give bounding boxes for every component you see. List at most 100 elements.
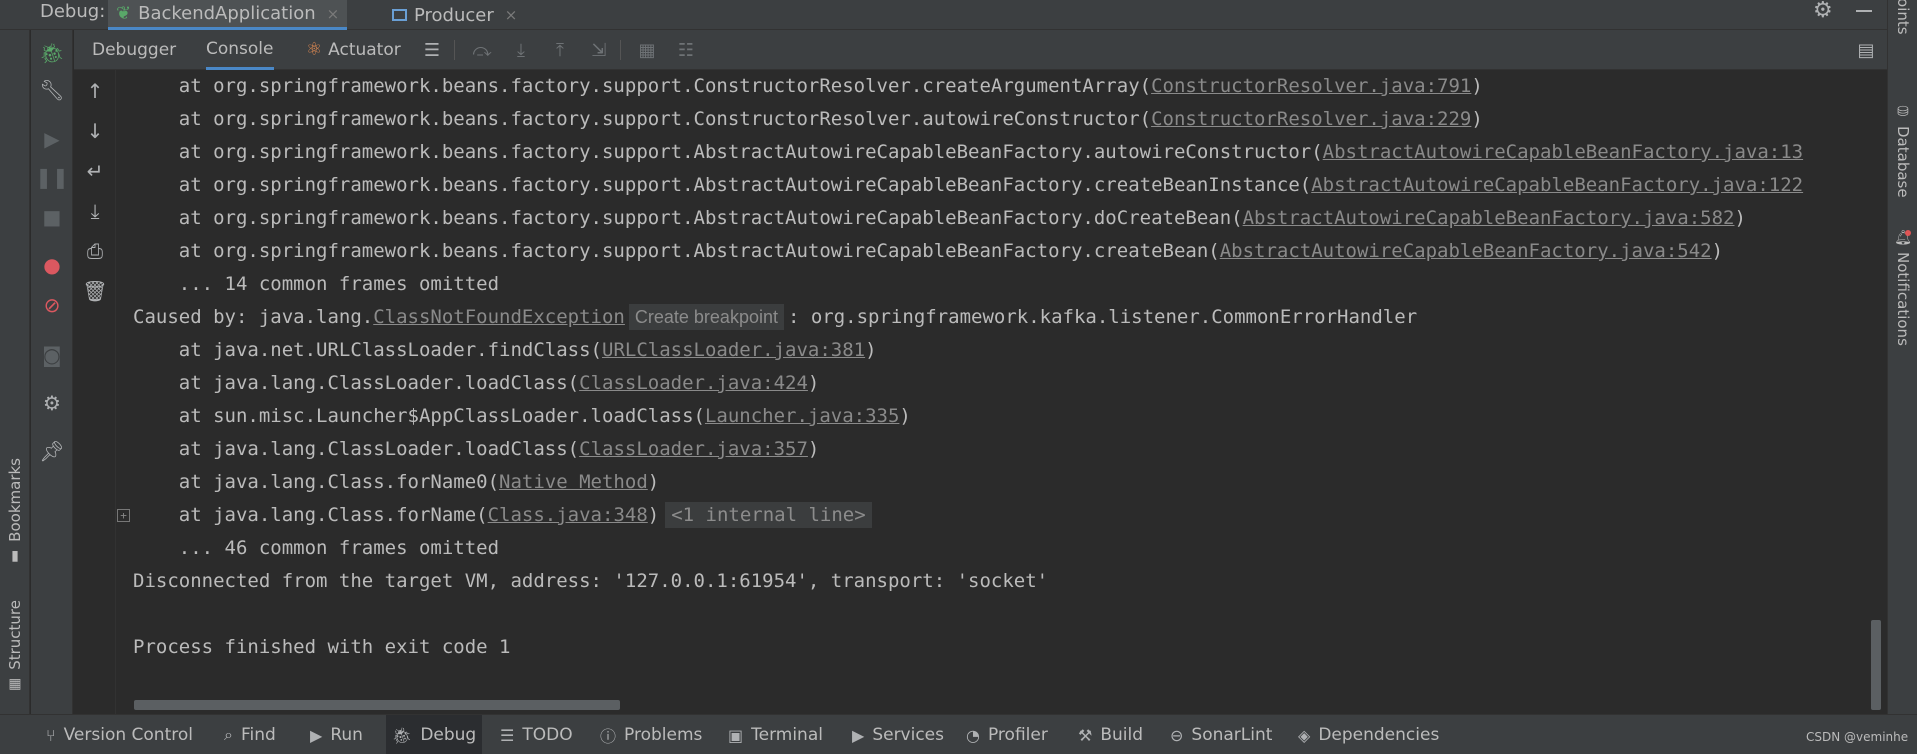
trash-icon[interactable]: 🗑︎ [74,274,116,308]
dependencies-tab[interactable]: ◈ Dependencies [1292,715,1445,754]
close-icon[interactable]: × [505,6,518,24]
tab-actuator[interactable]: ⚛ Actuator [306,30,401,70]
soft-wrap-icon[interactable]: ↵ [74,154,116,188]
find-tab[interactable]: ⌕ Find [218,715,282,754]
stacktrace-link[interactable]: Class.java:348 [488,504,648,526]
console-line: at org.springframework.beans.factory.sup… [133,202,1803,235]
console-text: ... 46 common frames omitted [133,537,500,559]
tab-label: Profiler [987,725,1048,745]
stacktrace-link[interactable]: ClassLoader.java:424 [579,372,808,394]
tab-label: Terminal [751,725,823,745]
trace-icon[interactable]: ☷ [671,30,701,70]
stacktrace-link[interactable]: ClassLoader.java:357 [579,438,808,460]
gear-icon[interactable]: ⚙ [1813,0,1833,22]
frames-layout-icon[interactable]: ☰ [417,30,447,70]
tab-label: Build [1100,725,1144,745]
minimize-icon[interactable] [1856,10,1872,12]
todo-tab[interactable]: ☰ TODO [494,715,579,754]
debug-tab[interactable]: 🐞︎ Debug [386,715,483,754]
console-text-tail: ) [1471,108,1483,130]
tab-backend-application[interactable]: ❦ BackendApplication × [108,0,348,30]
scroll-to-end-icon[interactable]: ⤓ [74,194,116,228]
evaluate-expression-icon[interactable]: ▦ [632,30,662,70]
close-icon[interactable]: × [327,5,340,23]
tab-console[interactable]: Console [206,30,274,70]
stacktrace-link[interactable]: AbstractAutowireCapableBeanFactory.java:… [1311,174,1803,196]
stacktrace-link[interactable]: AbstractAutowireCapableBeanFactory.java:… [1220,240,1712,262]
bug-icon: 🐞︎ [392,725,413,745]
console-text-tail: ) [1711,240,1724,262]
problems-tab[interactable]: ⓘ Problems [594,715,708,754]
stacktrace-link[interactable]: Native Method [499,471,648,493]
stop-icon[interactable]: ■ [31,200,73,234]
console-output[interactable]: at org.springframework.beans.factory.sup… [117,70,1872,714]
notifications-tool-tab[interactable]: 🔔︎ Notifications [1888,230,1917,346]
pin-icon[interactable]: 📌︎ [31,434,73,468]
console-text-tail: : org.springframework.kafka.listener.Com… [787,306,1418,328]
bookmarks-tool-tab[interactable]: Bookmarks ▮ [0,458,30,564]
search-icon: ⌕ [224,725,233,744]
arrow-down-icon[interactable]: ↓ [74,114,116,148]
sonarlint-tab[interactable]: ⊖ SonarLint [1164,715,1278,754]
console-text: at java.net.URLClassLoader.findClass( [133,339,602,361]
toolbar-separator [454,40,455,60]
pause-icon[interactable]: ❚❚ [31,160,73,194]
layout-settings-icon[interactable]: ▤ [1851,30,1881,70]
structure-tool-tab[interactable]: Structure ▦ [0,600,30,692]
services-tab[interactable]: ▶ Services [846,715,950,754]
console-text-tail: ) [647,504,660,526]
step-into-icon[interactable]: ⤓ [506,30,536,70]
console-text: Caused by: java.lang. [133,306,374,328]
build-tab[interactable]: ⚒ Build [1072,715,1149,754]
mute-breakpoints-icon[interactable]: ⊘ [31,288,73,322]
tab-label: Run [330,725,363,745]
console-line: + at java.lang.Class.forName(Class.java:… [117,499,1803,532]
camera-icon[interactable]: ◙ [31,338,73,372]
arrow-up-icon[interactable]: ↑ [74,74,116,108]
step-over-icon[interactable]: ⤼ [467,30,497,70]
stacktrace-link[interactable]: ConstructorResolver.java:229 [1151,108,1471,130]
expand-fold-icon[interactable]: + [117,509,130,522]
resume-icon[interactable]: ▶ [31,122,73,156]
console-text-tail: ) [647,471,660,493]
run-to-cursor-icon[interactable]: ⇲ [584,30,614,70]
terminal-icon: ▣ [728,725,744,745]
stacktrace-link[interactable]: Launcher.java:335 [705,405,899,427]
console-line: ... 14 common frames omitted [133,268,1803,301]
tab-producer[interactable]: Producer × [384,0,525,30]
run-tab[interactable]: ▶ Run [304,715,369,754]
folded-internal-lines[interactable]: <1 internal line> [665,502,872,528]
console-line: at java.net.URLClassLoader.findClass(URL… [133,334,1803,367]
rerun-debug-icon[interactable]: 🐞︎ [31,36,73,70]
hammer-icon: ⚒ [1078,725,1093,745]
tab-label: Dependencies [1318,725,1440,745]
notification-badge [1905,230,1911,236]
toolbar-separator [620,40,621,60]
run-icon: ▶ [310,725,323,745]
endpoints-tool-tab[interactable]: Endpoints [1888,0,1917,35]
vertical-scrollbar[interactable] [1871,620,1881,710]
console-line: at java.lang.ClassLoader.loadClass(Class… [133,367,1803,400]
horizontal-scrollbar[interactable] [134,700,620,710]
view-breakpoints-icon[interactable]: ● [31,248,73,282]
step-out-icon[interactable]: ⤒ [545,30,575,70]
profiler-tab[interactable]: ◔ Profiler [960,715,1054,754]
console-line: Disconnected from the target VM, address… [133,565,1803,598]
info-icon: ⓘ [600,727,617,746]
create-breakpoint-hint[interactable]: Create breakpoint [628,304,784,330]
stacktrace-link[interactable]: URLClassLoader.java:381 [602,339,865,361]
console-line: at org.springframework.beans.factory.sup… [133,103,1803,136]
version-control-tab[interactable]: ⑂ Version Control [40,715,199,754]
stacktrace-link[interactable]: AbstractAutowireCapableBeanFactory.java:… [1323,141,1803,163]
stacktrace-link[interactable]: ClassNotFoundException [373,306,625,328]
database-tool-tab[interactable]: ⛁ Database [1888,104,1917,198]
settings-icon[interactable]: ⚙ [31,386,73,420]
print-icon[interactable]: ⎙ [74,234,116,268]
terminal-tab[interactable]: ▣ Terminal [722,715,829,754]
tab-debugger[interactable]: Debugger [92,30,176,70]
wrench-icon[interactable]: 🔧︎ [31,73,73,107]
stacktrace-link[interactable]: AbstractAutowireCapableBeanFactory.java:… [1243,207,1735,229]
stacktrace-link[interactable]: ConstructorResolver.java:791 [1151,75,1471,97]
console-text-tail: ) [1734,207,1746,229]
